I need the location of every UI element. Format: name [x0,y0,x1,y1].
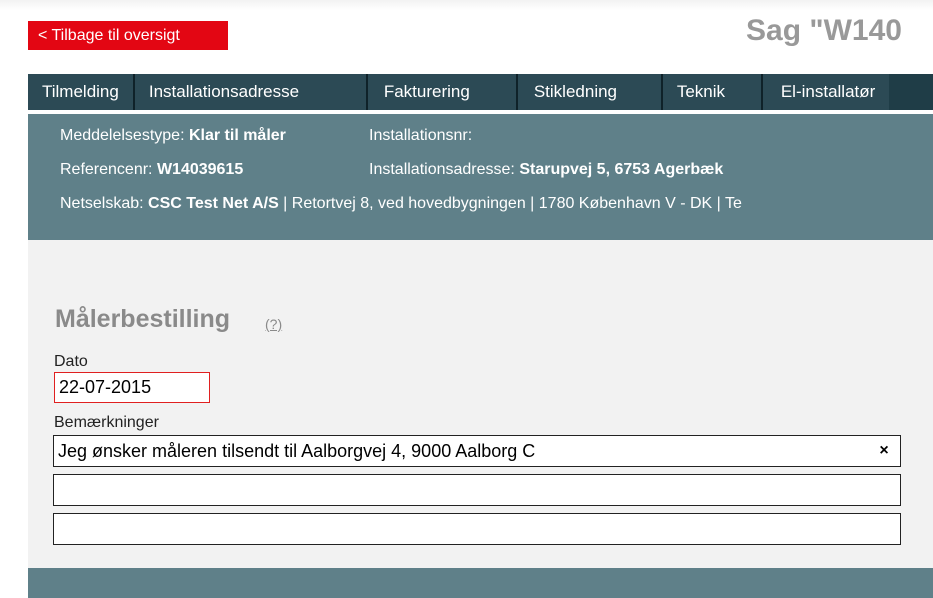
remark-field-2[interactable] [53,474,901,506]
help-link[interactable]: (?) [265,316,282,332]
remarks-label: Bemærkninger [54,414,159,431]
tab-fakturering[interactable]: Fakturering [367,74,518,110]
top-fade [0,0,933,10]
referencenr-row: Referencenr: W14039615 [60,161,243,179]
tab-teknik[interactable]: Teknik [662,74,763,110]
installationsadresse-row: Installationsadresse: Starupvej 5, 6753 … [369,161,723,179]
dato-field[interactable] [54,372,210,403]
remark-field-1[interactable] [53,435,901,467]
tab-tilmelding[interactable]: Tilmelding [28,74,135,110]
back-to-overview-button[interactable]: < Tilbage til oversigt [28,21,228,50]
clear-icon[interactable]: × [874,440,894,462]
meddelelsestype-value: Klar til måler [188,127,286,144]
case-info-panel: Meddelelsestype: Klar til måler Installa… [28,114,933,240]
remark-field-3[interactable] [53,513,901,545]
tab-stikledning[interactable]: Stikledning [517,74,663,110]
installationsnr-label: Installationsnr: [369,127,473,144]
referencenr-value: W14039615 [156,161,244,178]
tab-bar: Tilmelding Installationsadresse Fakturer… [28,74,933,110]
meddelelsestype-label: Meddelelsestype: [60,127,189,144]
netselskab-address: | Retortvej 8, ved hovedbygningen | 1780… [278,195,742,212]
referencenr-label: Referencenr: [60,161,157,178]
section-title: Målerbestilling [55,305,231,333]
netselskab-label: Netselskab: [60,195,149,212]
dato-label: Dato [54,353,88,370]
installationsadresse-label: Installationsadresse: [369,161,520,178]
footer-bar [28,568,933,598]
netselskab-row: Netselskab: CSC Test Net A/S | Retortvej… [60,195,742,213]
installationsadresse-value: Starupvej 5, 6753 Agerbæk [519,161,724,178]
meddelelsestype-row: Meddelelsestype: Klar til måler [60,127,286,145]
netselskab-value: CSC Test Net A/S [148,195,279,212]
tab-el-installator[interactable]: El-installatør [762,74,890,110]
installationsnr-row: Installationsnr: [369,127,472,145]
case-title: Sag "W140 [746,14,902,47]
tab-installationsadresse[interactable]: Installationsadresse [134,74,368,110]
